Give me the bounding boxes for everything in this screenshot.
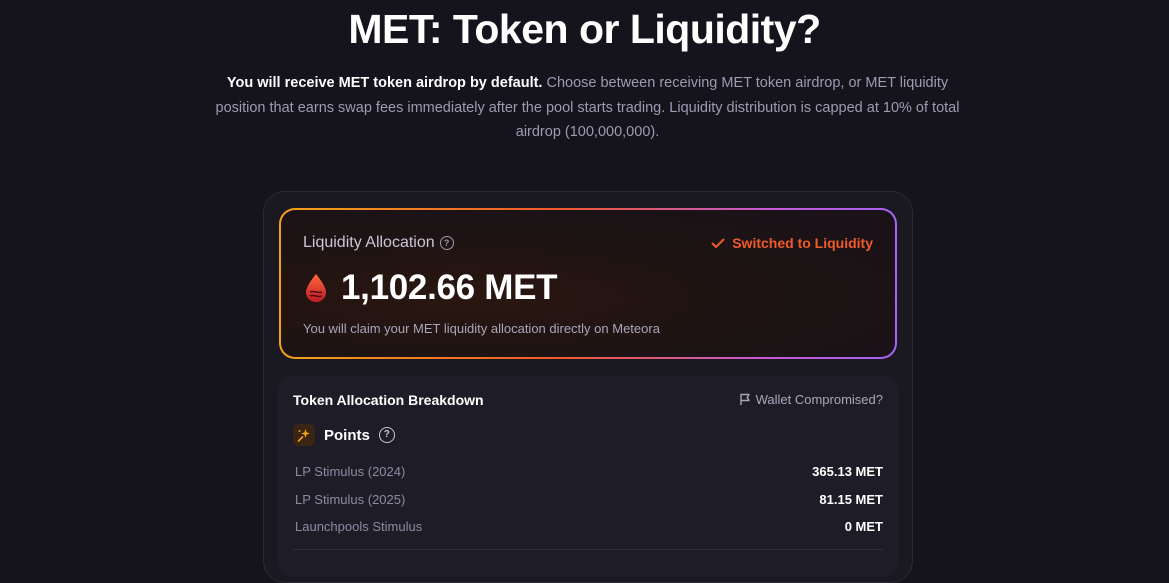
liquidity-allocation-card-body: Liquidity Allocation? Switched to Liquid… — [281, 210, 895, 357]
droplet-icon — [306, 274, 326, 302]
wallet-compromised-link[interactable]: Wallet Compromised? — [739, 392, 883, 407]
breakdown-row-value: 81.15 MET — [819, 492, 883, 507]
wallet-compromised-label[interactable]: Wallet Compromised? — [756, 392, 883, 407]
breakdown-row-value: 365.13 MET — [812, 464, 883, 479]
breakdown-row-name: LP Stimulus (2025) — [295, 492, 406, 507]
allocation-amount-row: 1,102.66 MET — [303, 268, 558, 308]
allocation-amount: 1,102.66 MET — [341, 268, 558, 307]
points-label: Points — [324, 426, 370, 444]
breakdown-row: LP Stimulus (2025) 81.15 MET — [295, 492, 883, 507]
flag-icon — [739, 393, 750, 405]
page-title: MET: Token or Liquidity? — [348, 6, 821, 52]
breakdown-row-name: LP Stimulus (2024) — [295, 464, 406, 479]
breakdown-row-value: 0 MET — [844, 519, 883, 534]
liquidity-allocation-card: Liquidity Allocation? Switched to Liquid… — [279, 208, 897, 359]
breakdown-row: Launchpools Stimulus 0 MET — [295, 519, 883, 534]
liquidity-allocation-heading: Liquidity Allocation? — [303, 234, 454, 252]
token-allocation-breakdown: Token Allocation Breakdown Wallet Compro… — [277, 376, 899, 576]
breakdown-divider — [293, 549, 883, 550]
switched-status-label: Switched to Liquidity — [732, 235, 873, 251]
sparkle-icon — [297, 429, 310, 442]
question-circle-icon[interactable]: ? — [439, 235, 454, 250]
page-subtitle: You will receive MET token airdrop by de… — [200, 71, 975, 145]
breakdown-row: LP Stimulus (2024) 365.13 MET — [295, 464, 883, 479]
subtitle-lead: You will receive MET token airdrop by de… — [226, 75, 543, 91]
points-section-header: Points ? — [293, 424, 395, 446]
breakdown-title: Token Allocation Breakdown — [293, 392, 484, 408]
switched-status: Switched to Liquidity — [711, 235, 873, 251]
breakdown-row-name: Launchpools Stimulus — [295, 519, 423, 534]
check-icon — [711, 238, 725, 248]
claim-note: You will claim your MET liquidity alloca… — [303, 321, 660, 336]
question-circle-icon[interactable]: ? — [378, 427, 395, 443]
points-badge — [293, 424, 315, 446]
liquidity-allocation-label: Liquidity Allocation — [303, 234, 435, 251]
